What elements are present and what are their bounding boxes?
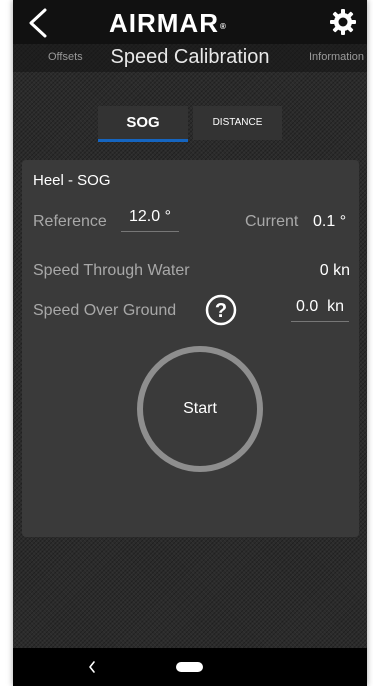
logo-text: AIRMAR <box>109 8 219 38</box>
active-tab-indicator <box>98 139 188 142</box>
tab-distance-label: DISTANCE <box>212 117 263 128</box>
start-button[interactable]: Start <box>137 346 263 472</box>
speed-through-water-value: 0 kn <box>319 262 350 279</box>
gear-icon[interactable] <box>329 8 357 36</box>
logo-registered-mark: ® <box>220 22 227 31</box>
card-title: Heel - SOG <box>33 172 111 189</box>
tab-sog-label: SOG <box>126 114 160 131</box>
calibration-tabs: SOG DISTANCE <box>98 106 282 142</box>
start-button-label: Start <box>183 400 217 417</box>
system-navigation-bar <box>13 648 367 686</box>
nav-home-pill-icon[interactable] <box>176 662 203 672</box>
reference-input[interactable]: 12.0 ° <box>121 208 179 232</box>
sub-navigation: Offsets Speed Calibration Information <box>13 44 367 72</box>
calibration-card: Heel - SOG Reference 12.0 ° Current 0.1 … <box>22 160 359 537</box>
top-bar: AIRMAR® <box>13 0 367 44</box>
airmar-logo: AIRMAR® <box>109 8 227 38</box>
speed-through-water-label: Speed Through Water <box>33 262 190 279</box>
tab-sog[interactable]: SOG <box>98 106 188 142</box>
current-value: 0.1 ° <box>313 213 347 230</box>
speed-over-ground-label: Speed Over Ground <box>33 302 177 319</box>
question-circle-icon[interactable]: ? <box>205 294 237 326</box>
current-label: Current <box>245 213 299 230</box>
chevron-left-icon[interactable] <box>21 6 55 40</box>
nav-back-icon[interactable] <box>87 660 97 674</box>
tab-distance[interactable]: DISTANCE <box>193 106 282 140</box>
information-link[interactable]: Information <box>309 51 364 63</box>
svg-text:?: ? <box>215 300 227 322</box>
reference-label: Reference <box>33 213 107 230</box>
app-screen: AIRMAR® Offsets Speed Calibration Inform… <box>13 0 367 686</box>
speed-over-ground-input[interactable]: 0.0 kn <box>291 298 349 322</box>
